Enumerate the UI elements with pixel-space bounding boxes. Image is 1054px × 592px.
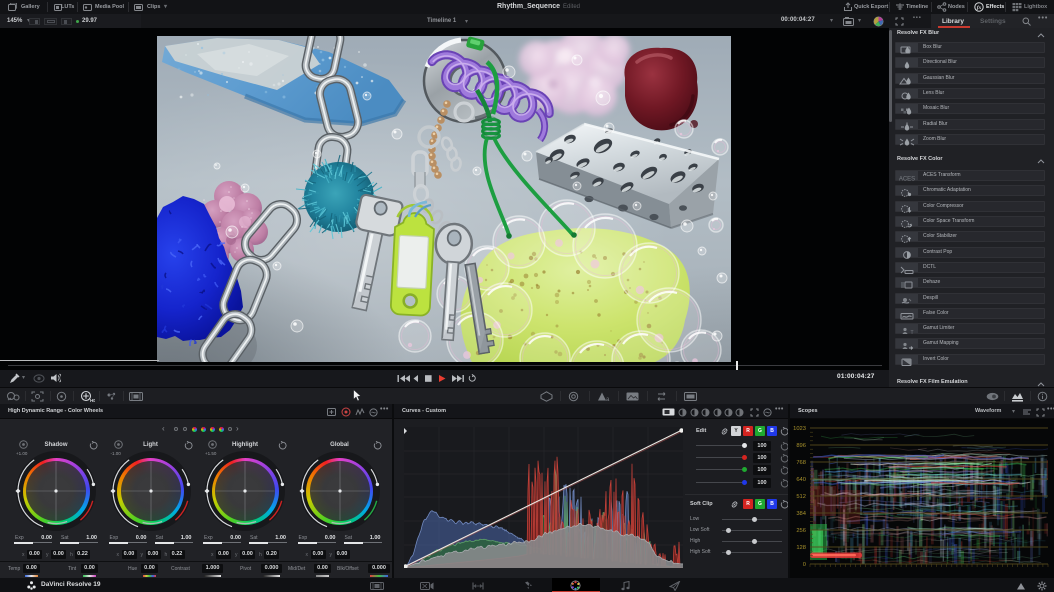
svg-text:0: 0 [803,562,806,568]
svg-text:384: 384 [796,511,806,517]
svg-text:T: T [911,330,914,336]
svg-text:256: 256 [796,528,806,534]
svg-text:1023: 1023 [793,426,806,432]
svg-text:a: a [606,397,610,402]
svg-text:640: 640 [796,477,806,483]
svg-text:128: 128 [796,545,806,551]
svg-text:fx: fx [977,5,982,11]
svg-text:512: 512 [796,494,806,500]
svg-text:HDR: HDR [90,398,95,403]
svg-text:ACES: ACES [899,177,915,183]
svg-text:896: 896 [796,443,806,449]
svg-text:768: 768 [796,460,806,466]
